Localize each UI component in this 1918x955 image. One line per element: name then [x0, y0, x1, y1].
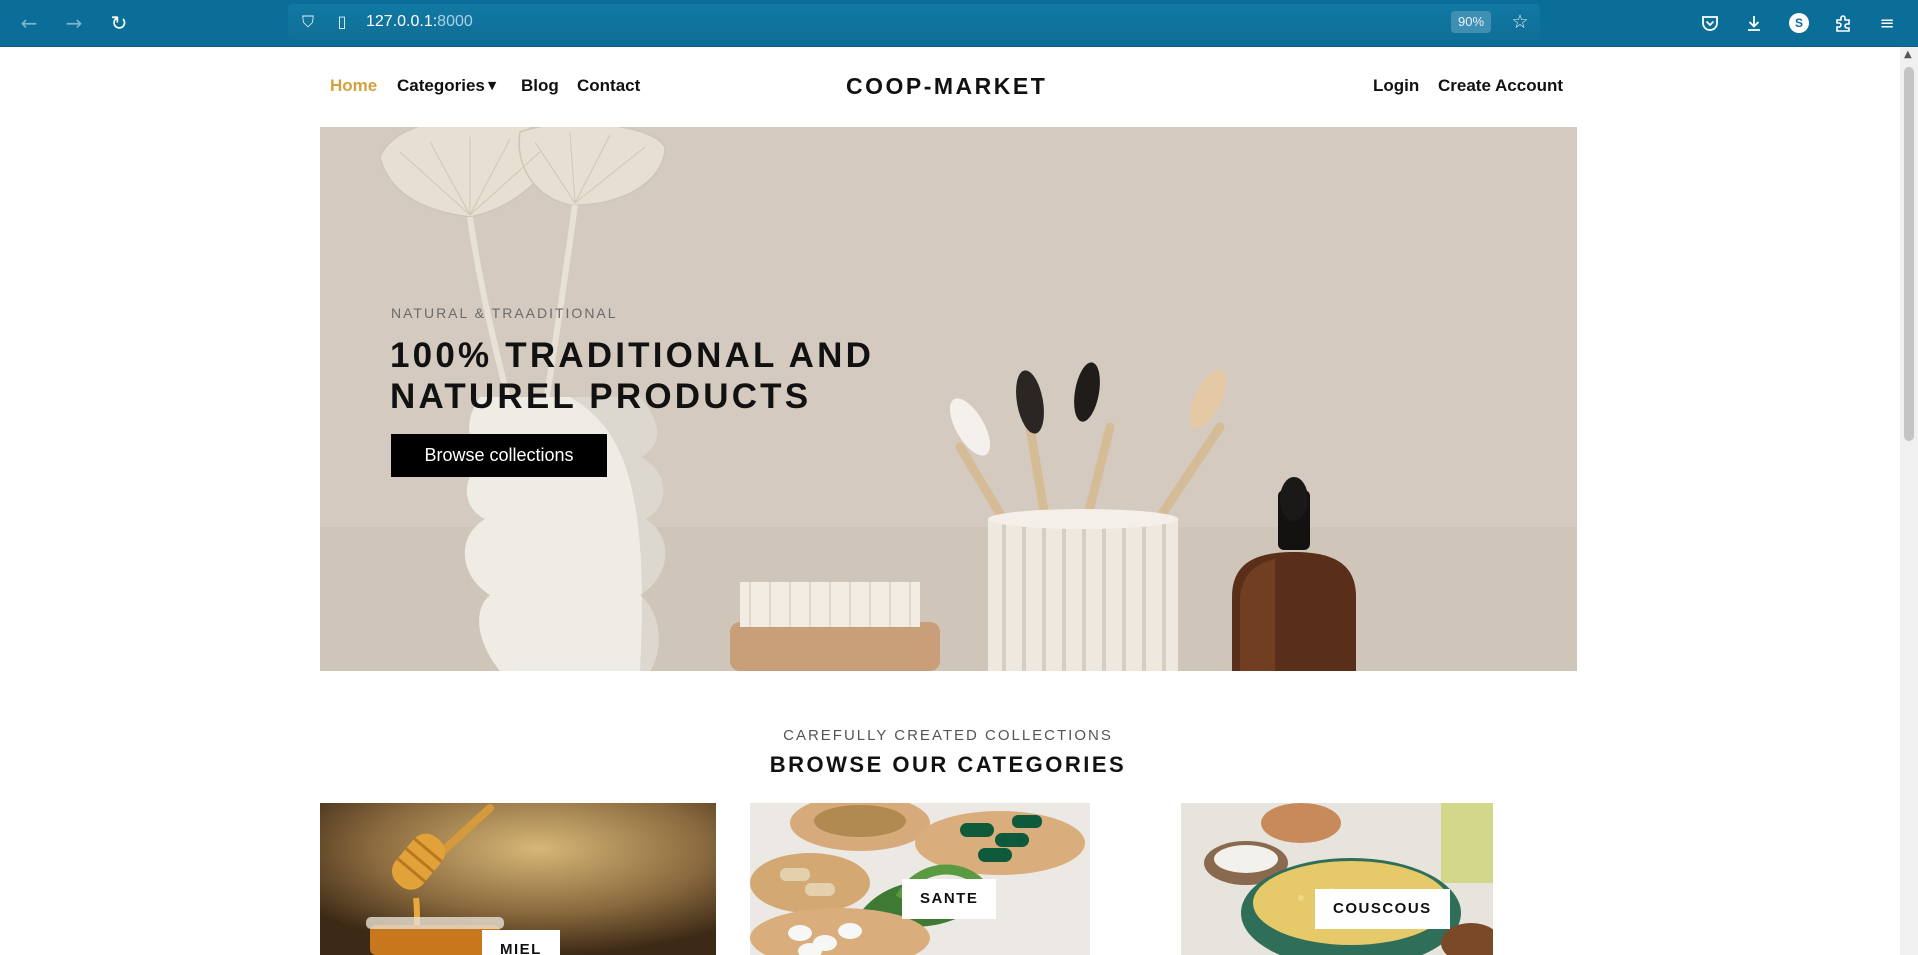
categories-title: BROWSE OUR CATEGORIES	[769, 752, 1127, 777]
forward-icon[interactable]: →	[60, 9, 88, 37]
nav-categories-label: Categories	[397, 76, 485, 95]
url-host: 127.0.0.1:	[366, 13, 438, 30]
page-icon[interactable]: ▯	[332, 12, 352, 32]
nav-login-link[interactable]: Login	[1373, 76, 1419, 96]
scroll-thumb[interactable]	[1904, 67, 1914, 441]
nav-blog-link[interactable]: Blog	[521, 76, 559, 96]
hero-banner: NATURAL & TRAADITIONAL 100% TRADITIONAL …	[320, 127, 1577, 671]
zoom-level-badge[interactable]: 90%	[1451, 11, 1492, 33]
extensions-icon[interactable]	[1829, 9, 1857, 37]
couscous-photo	[1181, 803, 1493, 955]
nav-create-account-link[interactable]: Create Account	[1438, 76, 1563, 96]
category-label-couscous: COUSCOUS	[1315, 889, 1450, 929]
address-bar[interactable]: ⛉ ▯ 127.0.0.1:8000 90% ☆	[288, 4, 1540, 40]
hero-subtitle: NATURAL & TRAADITIONAL	[391, 305, 618, 321]
nav-contact-link[interactable]: Contact	[577, 76, 640, 96]
category-label-miel: MIEL	[482, 930, 560, 955]
scroll-up-icon[interactable]: ▲	[1904, 49, 1912, 60]
browser-toolbar: ← → ↻ ⛉ ▯ 127.0.0.1:8000 90% ☆ S ≡	[0, 0, 1918, 47]
url-text[interactable]: 127.0.0.1:8000	[366, 13, 473, 31]
profile-initial: S	[1789, 13, 1809, 33]
category-label-sante: SANTE	[902, 879, 997, 919]
shield-icon[interactable]: ⛉	[298, 12, 318, 32]
reload-icon[interactable]: ↻	[105, 9, 133, 37]
browse-collections-button[interactable]: Browse collections	[391, 434, 607, 477]
category-card-miel[interactable]: MIEL	[320, 803, 716, 955]
url-port: 8000	[437, 13, 473, 30]
pocket-icon[interactable]	[1696, 9, 1724, 37]
nav-categories-dropdown[interactable]: Categories ▼	[397, 76, 496, 96]
hero-title-line-2: NATUREL PRODUCTS	[390, 377, 812, 416]
categories-kicker: CAREFULLY CREATED COLLECTIONS	[783, 727, 1113, 744]
page-scrollbar[interactable]: ▲	[1900, 47, 1918, 955]
download-icon[interactable]	[1740, 9, 1768, 37]
menu-icon[interactable]: ≡	[1873, 9, 1901, 37]
caret-down-icon: ▼	[487, 79, 497, 92]
hero-title: 100% TRADITIONAL AND NATUREL PRODUCTS	[390, 335, 950, 417]
category-card-sante[interactable]: SANTE	[750, 803, 1090, 955]
hero-title-line-1: 100% TRADITIONAL AND	[390, 336, 875, 375]
category-card-couscous[interactable]: COUSCOUS	[1181, 803, 1493, 955]
profile-avatar[interactable]: S	[1785, 9, 1813, 37]
nav-home-link[interactable]: Home	[330, 76, 377, 96]
site-logo[interactable]: COOP-MARKET	[846, 73, 1047, 100]
bookmark-star-icon[interactable]: ☆	[1510, 12, 1530, 32]
back-icon[interactable]: ←	[15, 9, 43, 37]
